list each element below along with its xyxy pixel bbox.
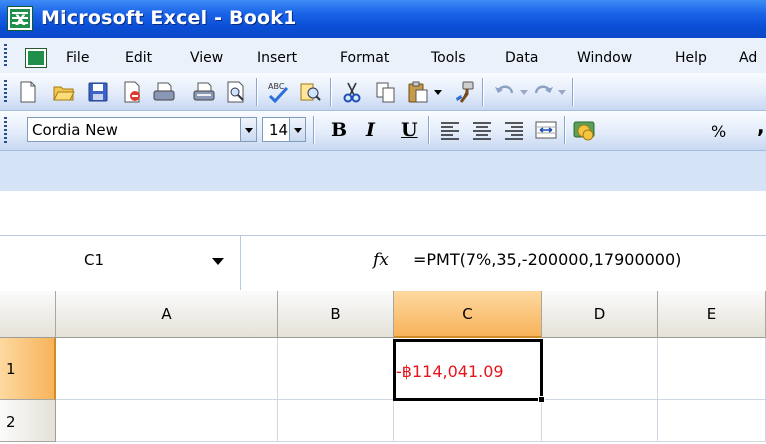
formatting-toolbar-grip[interactable] [4,117,7,143]
cell-d2[interactable] [542,400,658,442]
undo-dropdown-icon[interactable] [518,80,530,104]
cell-e1[interactable] [658,338,766,400]
toolbar-separator [564,116,565,144]
menu-insert[interactable]: Insert [257,47,297,69]
cell-a1[interactable] [56,338,278,400]
redo-dropdown-icon[interactable] [556,80,568,104]
cell-c2[interactable] [394,400,542,442]
font-name-field[interactable]: Cordia New [27,117,257,142]
toolbar-separator [256,78,257,106]
row-header-2[interactable]: 2 [0,400,56,442]
menu-format[interactable]: Format [340,47,389,69]
toolbar-separator [482,78,483,106]
menu-edit[interactable]: Edit [125,47,152,69]
currency-style-icon[interactable] [572,118,596,142]
select-all-corner[interactable] [0,291,56,338]
align-left-icon[interactable] [438,118,462,142]
menu-window[interactable]: Window [577,47,632,69]
row-header-1[interactable]: 1 [0,338,56,400]
menu-help[interactable]: Help [675,47,707,69]
quick-print-icon[interactable] [192,80,216,104]
toolbar-separator [313,116,314,144]
font-size-dropdown-button[interactable] [289,117,306,142]
print-icon[interactable] [152,80,176,104]
insert-function-icon[interactable]: fx [373,248,389,272]
spelling-icon[interactable]: ABC [266,80,290,104]
menu-grip-handle[interactable] [4,44,7,68]
font-name-dropdown-button[interactable] [240,117,257,142]
print-preview-icon[interactable] [224,80,248,104]
cell-b1[interactable] [278,338,394,400]
format-painter-icon[interactable] [452,80,476,104]
column-header-a[interactable]: A [56,291,278,338]
percent-style-button[interactable]: % [711,120,726,144]
italic-button[interactable]: I [366,118,375,142]
column-header-d[interactable]: D [542,291,658,338]
research-icon[interactable] [298,80,322,104]
menu-file[interactable]: File [66,47,89,69]
fill-handle[interactable] [538,396,545,403]
excel-app-icon[interactable]: X [7,6,33,31]
column-header-b[interactable]: B [278,291,394,338]
window-title: Microsoft Excel - Book1 [41,7,297,29]
cell-c1-value: -฿114,041.09 [396,362,504,381]
save-icon[interactable] [86,80,110,104]
toolbar-separator [572,78,573,106]
cell-a2[interactable] [56,400,278,442]
paste-icon[interactable] [406,80,430,104]
name-box-value: C1 [84,251,105,269]
merge-and-center-icon[interactable] [534,118,558,142]
menu-data[interactable]: Data [505,47,538,69]
align-center-icon[interactable] [470,118,494,142]
redo-icon[interactable] [532,80,556,104]
menu-tools[interactable]: Tools [431,47,466,69]
menu-add-ins[interactable]: Ad [739,47,757,69]
toolbar-dock-area [0,151,766,191]
toolbar-separator [428,116,429,144]
open-icon[interactable] [52,80,76,104]
cell-e2[interactable] [658,400,766,442]
name-box-dropdown-icon[interactable] [212,258,224,265]
bold-button[interactable]: B [331,118,347,142]
formula-input[interactable]: =PMT(7%,35,-200000,17900000) [413,249,681,271]
cell-b2[interactable] [278,400,394,442]
permission-icon[interactable] [120,80,144,104]
comma-style-button[interactable]: , [757,114,765,138]
cut-icon[interactable] [340,80,364,104]
cell-d1[interactable] [542,338,658,400]
menu-view[interactable]: View [190,47,223,69]
paste-dropdown-icon[interactable] [432,80,444,104]
workbook-icon[interactable] [25,48,47,68]
copy-icon[interactable] [374,80,398,104]
column-header-e[interactable]: E [658,291,766,338]
toolbar-separator [330,78,331,106]
font-size-value: 14 [269,121,289,139]
undo-icon[interactable] [492,80,516,104]
underline-button[interactable]: U [401,118,418,142]
standard-toolbar-grip[interactable] [4,80,7,104]
svg-text:ABC: ABC [268,82,285,91]
name-box[interactable] [0,236,241,290]
font-name-value: Cordia New [32,121,118,139]
align-right-icon[interactable] [502,118,526,142]
column-header-c[interactable]: C [394,291,542,338]
new-icon[interactable] [16,80,40,104]
